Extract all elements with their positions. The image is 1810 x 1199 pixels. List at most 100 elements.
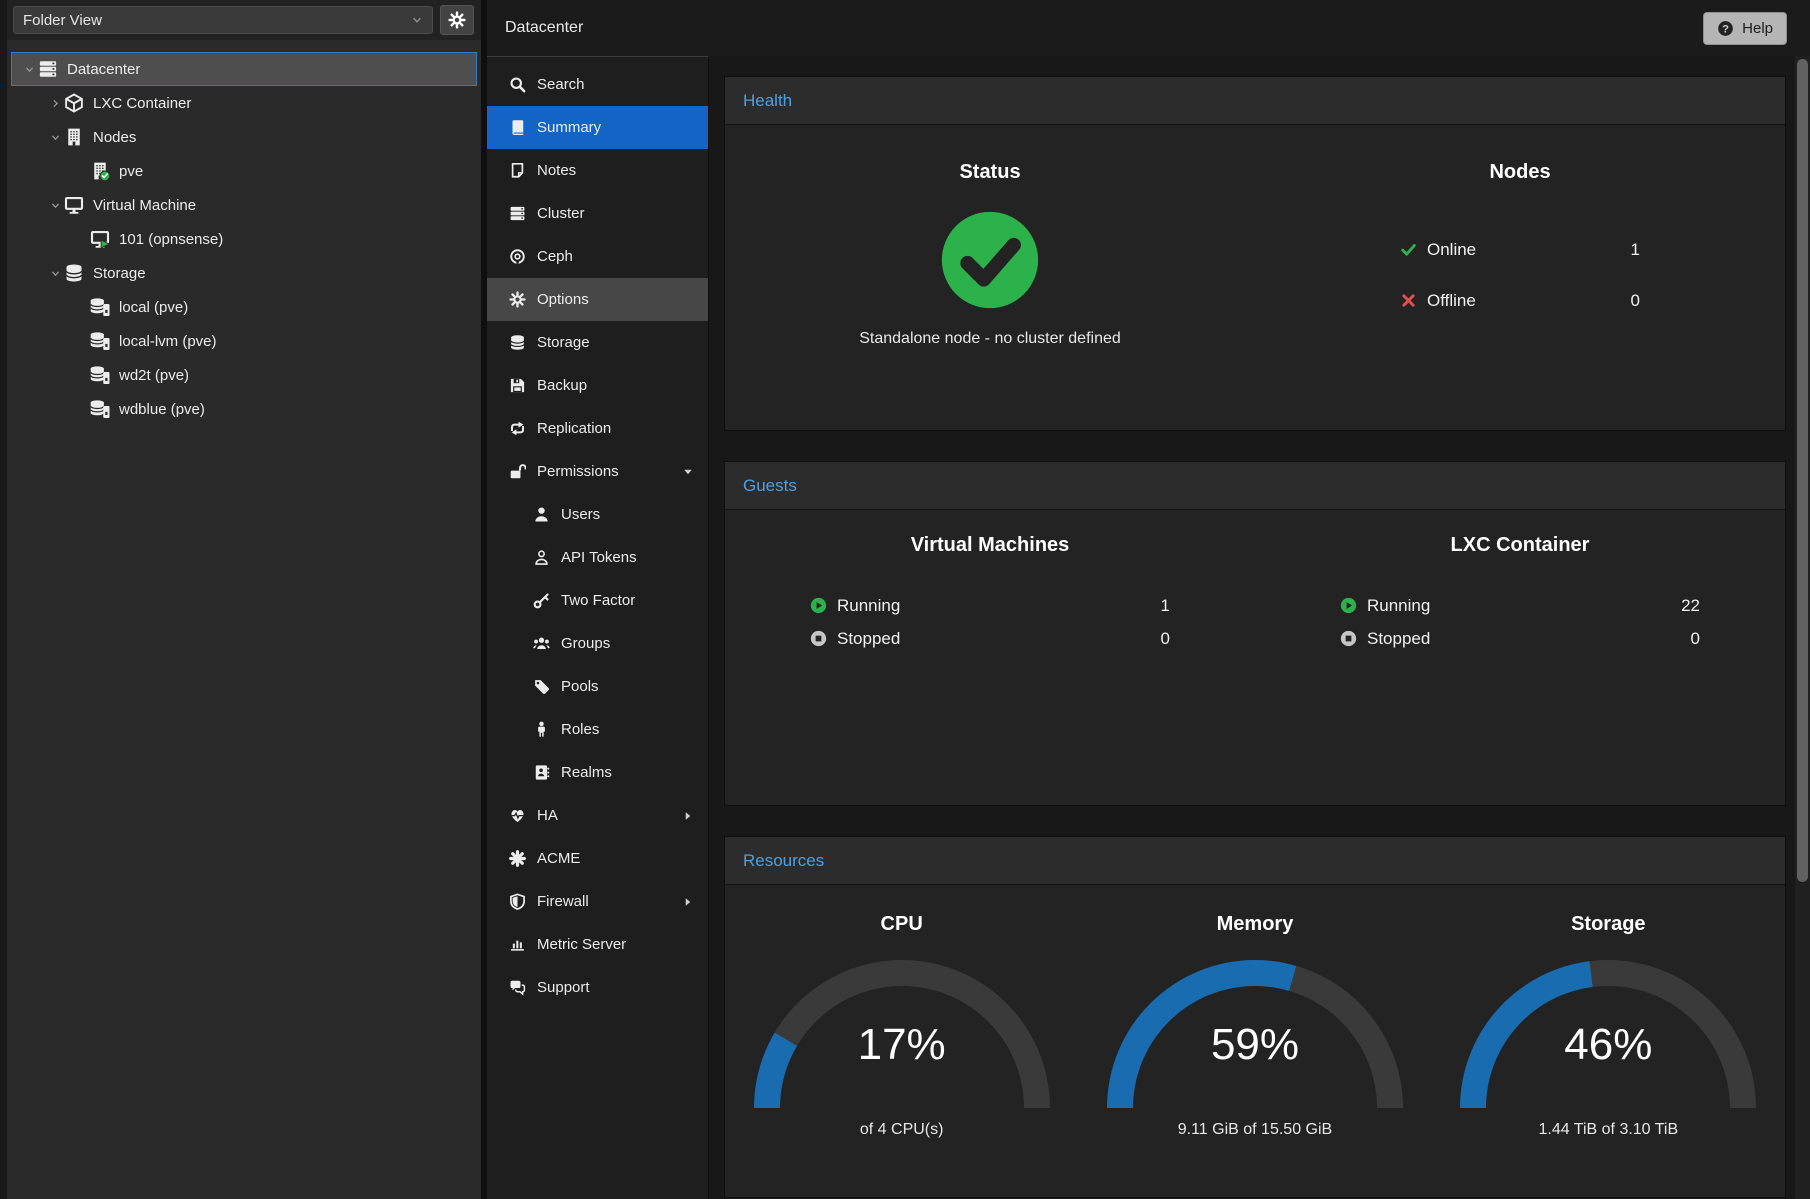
nav-item-options[interactable]: Options: [487, 278, 708, 321]
tree-expander[interactable]: [46, 198, 64, 212]
status-row-label: Running: [1367, 596, 1430, 616]
status-row-label: Online: [1427, 240, 1476, 260]
tree-expander[interactable]: [46, 266, 64, 280]
tree-expander[interactable]: [72, 368, 90, 382]
server-icon: [38, 59, 58, 79]
nav-item-label: Two Factor: [561, 592, 635, 609]
nav-item-two-factor[interactable]: Two Factor: [487, 579, 708, 622]
desktop-play-icon: [90, 229, 110, 249]
tree-settings-button[interactable]: [440, 5, 474, 35]
status-row-label: Offline: [1427, 291, 1476, 311]
tree-item-lxc-container[interactable]: LXC Container: [11, 86, 477, 120]
tree-expander[interactable]: [72, 402, 90, 416]
tree-item-label: Virtual Machine: [93, 197, 196, 214]
nav-item-users[interactable]: Users: [487, 493, 708, 536]
gauge-sublabel: 9.11 GiB of 15.50 GiB: [1078, 1121, 1431, 1139]
nav-item-label: Summary: [537, 119, 601, 136]
chevron-right-icon: [682, 896, 694, 908]
tag-icon: [533, 678, 550, 695]
nav-item-acme[interactable]: ACME: [487, 837, 708, 880]
tree-toolbar: Folder View: [7, 0, 481, 40]
building-check-icon: [90, 161, 110, 181]
guest-rows: Running 1 Stopped 0: [810, 589, 1170, 655]
vertical-scrollbar[interactable]: [1795, 56, 1810, 1199]
status-row-running: Running 22: [1340, 589, 1700, 622]
gauge-arc: 46%: [1460, 960, 1756, 1108]
nav-item-ceph[interactable]: Ceph: [487, 235, 708, 278]
nav-item-ha[interactable]: HA: [487, 794, 708, 837]
tree-item-storage[interactable]: Storage: [11, 256, 477, 290]
nav-item-label: Firewall: [537, 893, 589, 910]
nav-item-groups[interactable]: Groups: [487, 622, 708, 665]
nav-item-storage[interactable]: Storage: [487, 321, 708, 364]
book-icon: [509, 119, 526, 136]
health-panel-body: Status Standalone node - no cluster defi…: [725, 125, 1785, 430]
resource-gauge-storage: Storage 46% 1.44 TiB of 3.10 TiB: [1432, 885, 1785, 1197]
tree-expander[interactable]: [46, 130, 64, 144]
tree-item-local-pve[interactable]: local (pve): [11, 290, 477, 324]
nav-item-notes[interactable]: Notes: [487, 149, 708, 192]
tree-item-pve[interactable]: pve: [11, 154, 477, 188]
gear-icon: [448, 11, 466, 29]
status-row-value: 0: [1631, 291, 1640, 311]
tree-expander[interactable]: [72, 334, 90, 348]
resource-tree-panel: Folder View Datacenter LXC Container Nod…: [0, 0, 487, 1199]
summary-content: Health Status Standalone node - no clust…: [709, 56, 1810, 1199]
nav-item-replication[interactable]: Replication: [487, 407, 708, 450]
tree-expander[interactable]: [72, 300, 90, 314]
floppy-icon: [509, 377, 526, 394]
gauge-title: CPU: [725, 913, 1078, 936]
nav-item-metric-server[interactable]: Metric Server: [487, 923, 708, 966]
tree-item-wdblue-pve[interactable]: wdblue (pve): [11, 392, 477, 426]
gauge-percent: 46%: [1460, 1020, 1756, 1070]
gauge-percent: 17%: [754, 1020, 1050, 1070]
tree-item-label: Nodes: [93, 129, 136, 146]
nav-item-pools[interactable]: Pools: [487, 665, 708, 708]
nav-item-realms[interactable]: Realms: [487, 751, 708, 794]
tree-item-datacenter[interactable]: Datacenter: [11, 52, 477, 86]
nav-item-backup[interactable]: Backup: [487, 364, 708, 407]
tree-expander[interactable]: [72, 164, 90, 178]
nav-item-label: Realms: [561, 764, 612, 781]
tree-item-label: Datacenter: [67, 61, 140, 78]
users-icon: [533, 635, 550, 652]
note-icon: [509, 162, 526, 179]
nav-item-label: Groups: [561, 635, 610, 652]
tree-item-virtual-machine[interactable]: Virtual Machine: [11, 188, 477, 222]
nav-item-firewall[interactable]: Firewall: [487, 880, 708, 923]
guests-panel-body: Virtual Machines Running 1 Stopped 0 LXC…: [725, 510, 1785, 805]
gauge-sublabel: 1.44 TiB of 3.10 TiB: [1432, 1121, 1785, 1139]
resource-tree: Datacenter LXC Container Nodes pve Virtu…: [7, 40, 481, 426]
resources-panel-header: Resources: [725, 837, 1785, 885]
proxmox-app: Folder View Datacenter LXC Container Nod…: [0, 0, 1810, 1199]
tree-expander[interactable]: [20, 62, 38, 76]
tree-item-101-opnsense[interactable]: 101 (opnsense): [11, 222, 477, 256]
help-button[interactable]: Help: [1703, 12, 1787, 45]
key-icon: [533, 592, 550, 609]
chev-right-icon: [50, 98, 61, 109]
tree-expander[interactable]: [46, 96, 64, 110]
tree-expander[interactable]: [72, 232, 90, 246]
nav-item-roles[interactable]: Roles: [487, 708, 708, 751]
nav-item-permissions[interactable]: Permissions: [487, 450, 708, 493]
nav-item-support[interactable]: Support: [487, 966, 708, 1009]
tree-item-label: local (pve): [119, 299, 188, 316]
node-status-rows: Online 1 Offline 0: [1400, 224, 1640, 326]
nav-item-label: Replication: [537, 420, 611, 437]
desktop-icon: [64, 195, 84, 215]
tree-item-wd2t-pve[interactable]: wd2t (pve): [11, 358, 477, 392]
chart-icon: [509, 936, 526, 953]
tree-item-nodes[interactable]: Nodes: [11, 120, 477, 154]
nav-item-summary[interactable]: Summary: [487, 106, 708, 149]
tree-item-local-lvm-pve[interactable]: local-lvm (pve): [11, 324, 477, 358]
nav-item-label: Search: [537, 76, 585, 93]
view-mode-select[interactable]: Folder View: [13, 6, 433, 34]
chevron-down-icon: [411, 14, 423, 26]
gauge-sublabel: of 4 CPU(s): [725, 1121, 1078, 1139]
scrollbar-thumb[interactable]: [1797, 59, 1808, 882]
nav-item-label: Cluster: [537, 205, 585, 222]
nav-item-search[interactable]: Search: [487, 63, 708, 106]
chev-down-icon: [50, 200, 61, 211]
nav-item-cluster[interactable]: Cluster: [487, 192, 708, 235]
nav-item-api-tokens[interactable]: API Tokens: [487, 536, 708, 579]
